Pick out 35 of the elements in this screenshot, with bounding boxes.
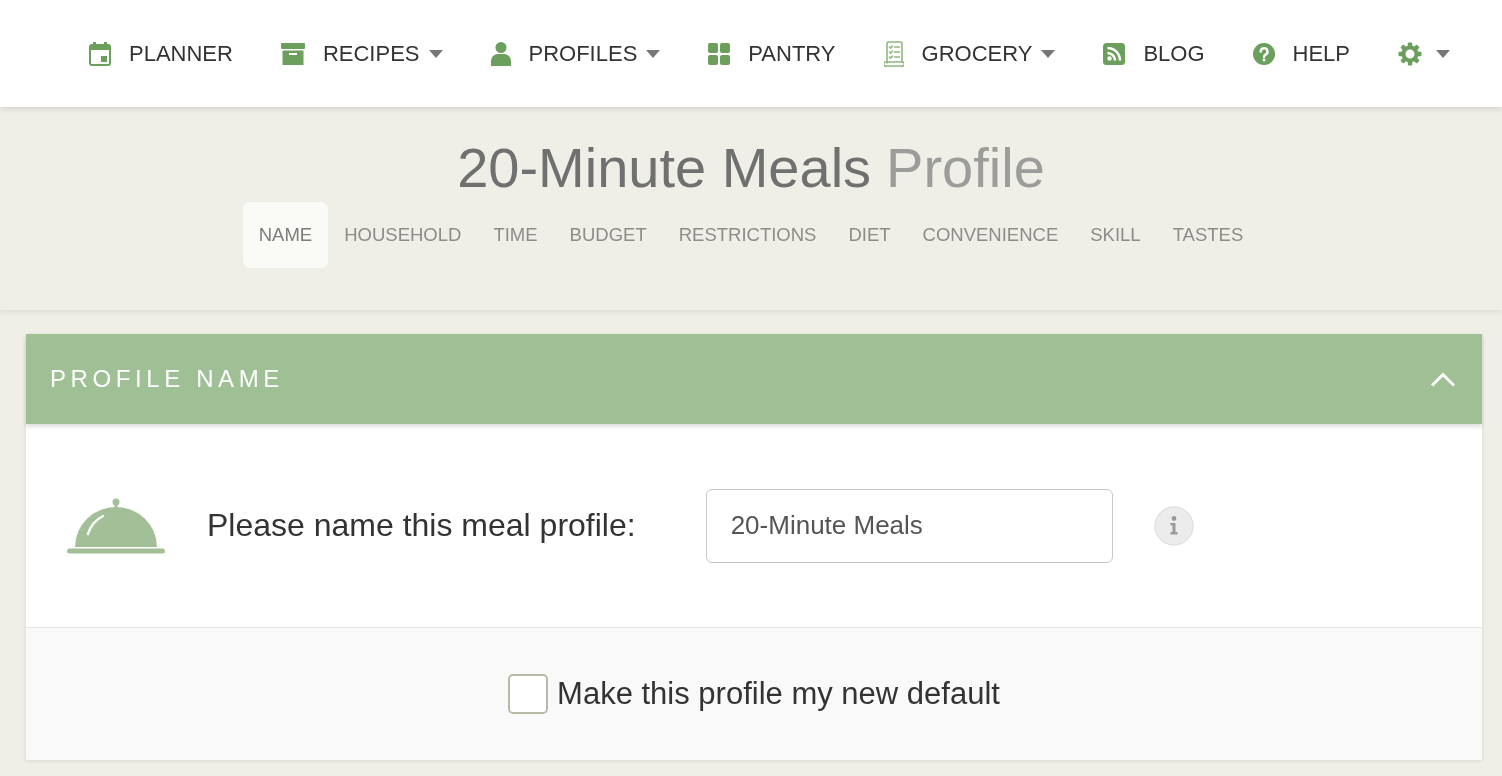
tab[interactable]: DIET <box>832 202 907 268</box>
nav-link[interactable]: HELP <box>1252 40 1350 67</box>
tab[interactable]: CONVENIENCE <box>906 202 1075 268</box>
help-icon <box>1252 42 1275 65</box>
chevron-up-icon[interactable] <box>1430 371 1456 387</box>
settings-icon <box>1398 41 1422 66</box>
tab[interactable]: TIME <box>477 202 554 268</box>
tab[interactable]: TASTES <box>1156 202 1260 268</box>
checkbox-label: Make this profile my new default <box>557 676 1000 712</box>
tab[interactable]: SKILL <box>1074 202 1157 268</box>
settings-menu-button[interactable] <box>1398 41 1450 66</box>
tab[interactable]: HOUSEHOLD <box>328 202 478 268</box>
section-title: PROFILE NAME <box>50 365 284 393</box>
tab[interactable]: RESTRICTIONS <box>662 202 833 268</box>
title-suffix: Profile <box>886 136 1045 199</box>
calendar-icon <box>89 41 111 66</box>
profile-title: 20-Minute Meals <box>457 136 872 199</box>
info-icon[interactable] <box>1153 505 1194 546</box>
profile-name-input[interactable]: 20-Minute Meals <box>705 488 1113 563</box>
nav-link[interactable]: GROCERY <box>883 40 1056 67</box>
person-icon <box>490 41 511 66</box>
archive-box-icon <box>280 42 305 65</box>
tab[interactable]: NAME <box>242 202 329 268</box>
nav-link[interactable]: PROFILES <box>490 40 661 67</box>
rss-icon <box>1103 42 1126 65</box>
nav-link[interactable]: PLANNER <box>89 40 233 67</box>
nav-link[interactable]: BLOG <box>1103 40 1205 67</box>
nav-link[interactable]: RECIPES <box>280 40 443 67</box>
dish-cover-icon <box>67 497 165 554</box>
grid-icon <box>708 42 731 65</box>
nav-link[interactable]: PANTRY <box>708 40 836 67</box>
tab[interactable]: BUDGET <box>553 202 663 268</box>
checkbox[interactable] <box>508 674 549 714</box>
checklist-icon <box>883 40 904 67</box>
field-label: Please name this meal profile: <box>207 507 636 544</box>
